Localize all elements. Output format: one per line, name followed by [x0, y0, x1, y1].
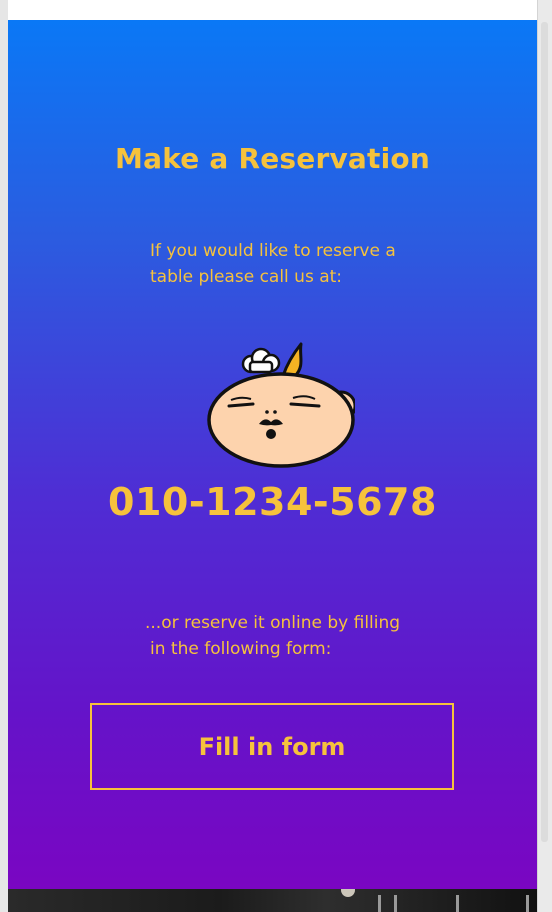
post-icon: [526, 895, 529, 912]
fill-in-form-button[interactable]: Fill in form: [90, 703, 454, 790]
scrollbar[interactable]: [537, 0, 552, 912]
chef-baby-mascot-icon: [195, 336, 357, 470]
online-text: ...or reserve it online by filling in th…: [145, 610, 435, 662]
reservation-section: Make a Reservation If you would like to …: [8, 20, 537, 889]
post-icon: [456, 895, 459, 912]
online-text-line2: in the following form:: [150, 639, 332, 659]
browser-top-bar: [8, 0, 537, 21]
lamp-icon: [341, 889, 355, 897]
intro-text: If you would like to reserve a table ple…: [150, 241, 396, 287]
scroll-thumb[interactable]: [541, 22, 548, 842]
online-text-line1: ...or reserve it online by filling: [145, 613, 401, 633]
post-icon: [378, 895, 381, 912]
photo-strip: [8, 889, 537, 912]
phone-number[interactable]: 010-1234-5678: [8, 480, 537, 524]
post-icon: [394, 895, 397, 912]
page-title: Make a Reservation: [115, 142, 430, 175]
